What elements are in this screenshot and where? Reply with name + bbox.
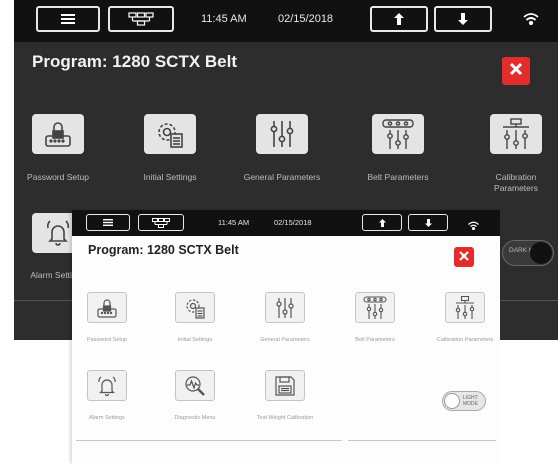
wifi-icon	[468, 217, 479, 235]
divider	[348, 440, 496, 441]
status-bar: 11:45 AM 02/15/2018	[14, 0, 558, 42]
arrow-down-icon	[424, 218, 432, 227]
tile-label: Belt Parameters	[367, 172, 429, 182]
close-button[interactable]	[454, 247, 474, 267]
arrow-up-icon	[378, 218, 386, 227]
light-mode-toggle[interactable]: LIGHT MODE	[442, 391, 486, 411]
password-icon	[87, 292, 127, 323]
tile-label: Password Setup	[27, 172, 89, 182]
network-icon	[128, 12, 154, 26]
gear-document-icon	[144, 114, 196, 154]
menu-button[interactable]	[36, 6, 100, 32]
network-button[interactable]	[138, 214, 184, 231]
tile-label: Belt Parameters	[355, 337, 395, 343]
divider	[76, 440, 342, 441]
tile-label: Initial Settings	[177, 337, 213, 343]
sliders-icon	[256, 114, 308, 154]
tile-label: Initial Settings	[143, 172, 197, 182]
gear-document-icon	[175, 292, 215, 323]
tile-label: Calibration Parameters	[494, 172, 538, 193]
floppy-disk-icon	[265, 370, 305, 401]
wifi-icon	[523, 12, 539, 30]
program-title: Program: 1280 SCTX Belt	[32, 52, 238, 71]
calibration-sliders-icon	[445, 292, 485, 323]
tile-label: General Parameters	[260, 337, 310, 343]
dark-mode-toggle[interactable]: DARK MODE	[502, 240, 554, 266]
bell-icon	[87, 370, 127, 401]
arrow-down-button[interactable]	[434, 6, 492, 32]
password-icon	[32, 114, 84, 154]
status-date: 02/15/2018	[274, 218, 312, 227]
arrow-up-button[interactable]	[362, 214, 402, 231]
status-date: 02/15/2018	[278, 13, 334, 25]
calibration-sliders-icon	[490, 114, 542, 154]
arrow-up-button[interactable]	[370, 6, 428, 32]
hamburger-menu-icon	[103, 219, 113, 226]
close-icon	[459, 248, 469, 266]
arrow-up-icon	[394, 13, 404, 25]
arrow-down-button[interactable]	[408, 214, 448, 231]
belt-sliders-icon	[355, 292, 395, 323]
arrow-down-icon	[458, 13, 468, 25]
diagnostic-magnifier-icon	[175, 370, 215, 401]
light-mode-screen: 11:45 AM 02/15/2018 Program: 1280 SCTX B…	[72, 210, 500, 464]
sliders-icon	[265, 292, 305, 323]
tile-label: Diagnostic Menu	[174, 415, 216, 421]
tile-label: Test Weight Calibration	[256, 415, 314, 421]
menu-button[interactable]	[86, 214, 130, 231]
status-time: 11:45 AM	[201, 13, 247, 25]
close-icon	[509, 62, 523, 81]
tile-label: General Parameters	[243, 172, 321, 182]
tile-label: Alarm Settings	[89, 415, 125, 421]
network-button[interactable]	[108, 6, 174, 32]
hamburger-menu-icon	[61, 14, 75, 24]
program-title: Program: 1280 SCTX Belt	[88, 243, 239, 257]
tile-label: Password Setup	[86, 337, 128, 343]
tile-label: Calibration Parameters	[436, 337, 494, 343]
close-button[interactable]	[502, 57, 530, 85]
status-bar: 11:45 AM 02/15/2018	[72, 210, 500, 236]
status-time: 11:45 AM	[218, 218, 250, 227]
toggle-label: LIGHT MODE	[463, 395, 478, 407]
toggle-knob	[530, 242, 552, 264]
toggle-knob	[444, 393, 460, 409]
belt-sliders-icon	[372, 114, 424, 154]
network-icon	[152, 217, 170, 228]
